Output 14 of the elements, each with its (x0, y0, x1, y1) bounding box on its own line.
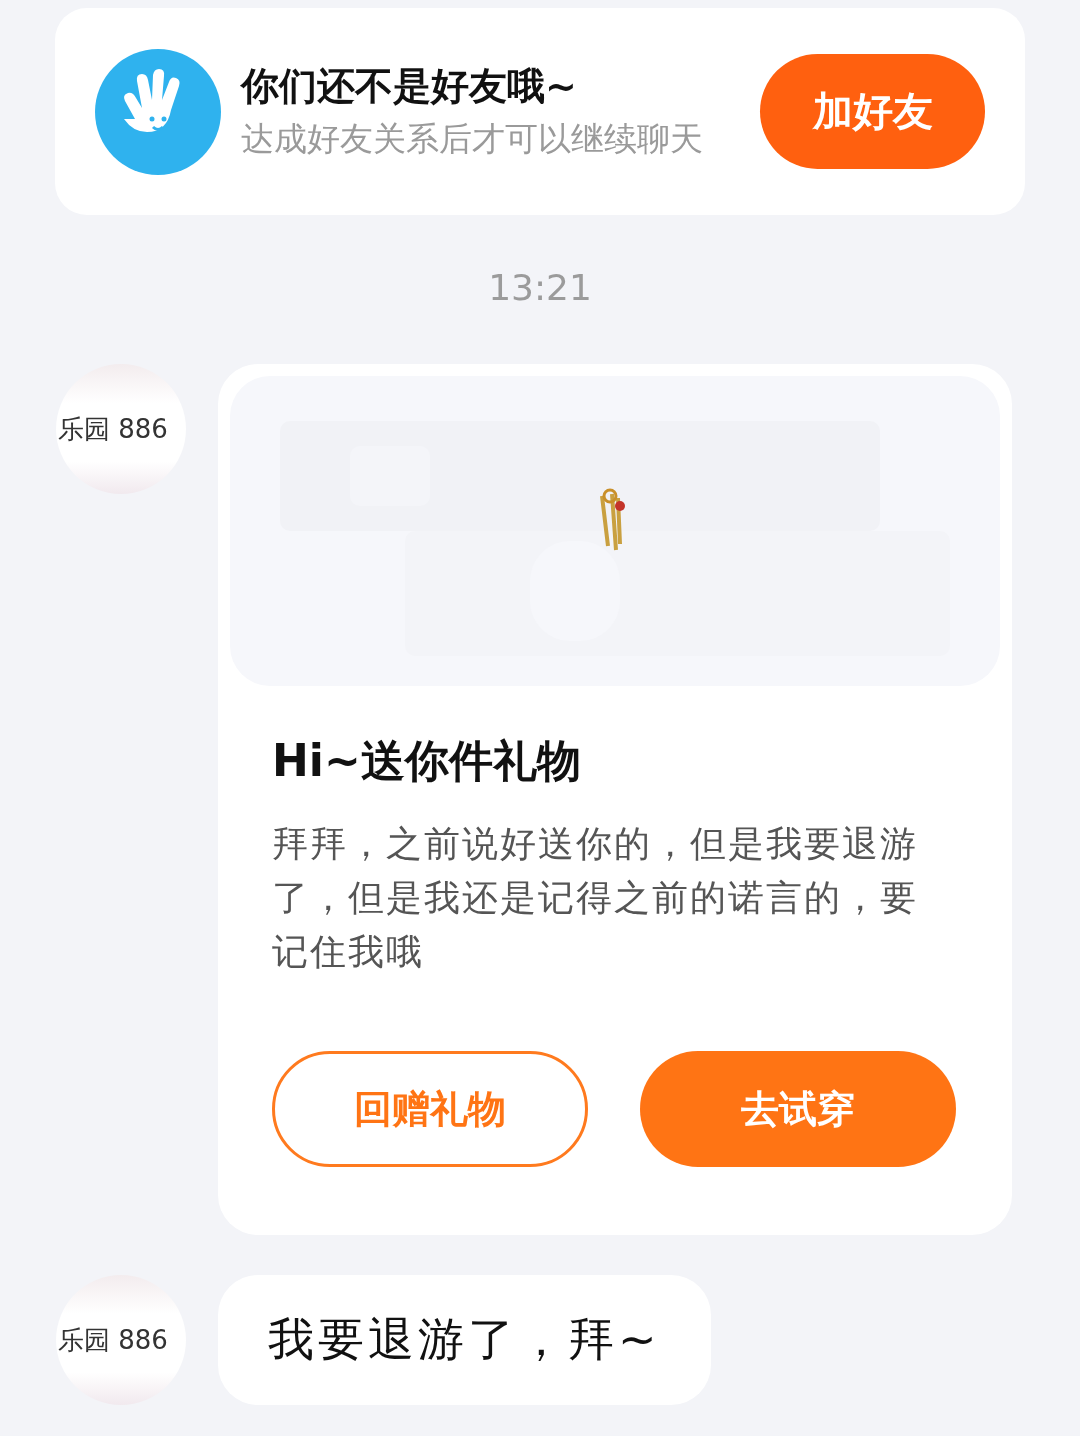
message-text: 我要退游了，拜~ (268, 1311, 661, 1368)
avatar-label: 乐园 886 (58, 1323, 168, 1357)
return-gift-button[interactable]: 回赠礼物 (272, 1051, 588, 1167)
notice-title: 你们还不是好友哦~ (241, 63, 578, 110)
hand-icon (95, 48, 221, 175)
gift-title: Hi~送你件礼物 (272, 734, 582, 788)
notice-subtitle: 达成好友关系后才可以继续聊天 (241, 118, 704, 160)
avatar-label: 乐园 886 (58, 412, 168, 446)
add-friend-button[interactable]: 加好友 (760, 54, 985, 169)
timestamp: 13:21 (488, 267, 592, 308)
avatar[interactable]: 乐园 886 (56, 364, 186, 494)
try-on-button[interactable]: 去试穿 (640, 1051, 956, 1167)
avatar[interactable]: 乐园 886 (56, 1275, 186, 1405)
gift-message: 拜拜，之前说好送你的，但是我要退游了，但是我还是记得之前的诺言的，要记住我哦 (272, 822, 919, 974)
